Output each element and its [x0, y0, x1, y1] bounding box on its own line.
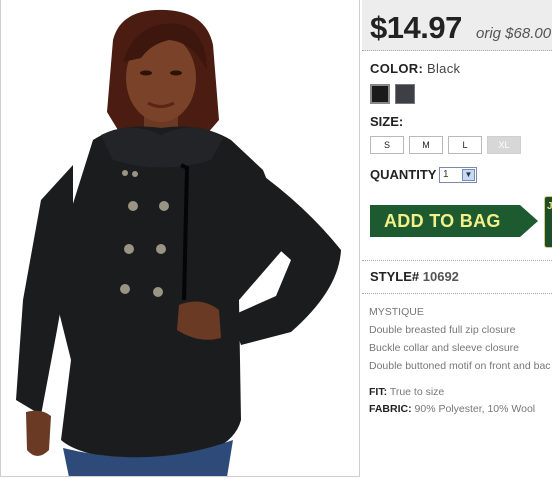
swatch-black[interactable] — [370, 84, 390, 104]
fabric-spec: FABRIC: 90% Polyester, 10% Wool — [369, 403, 535, 415]
quantity-value: 1 — [443, 169, 449, 180]
side-tab-label: J — [547, 201, 552, 212]
color-label: COLOR: Black — [370, 61, 460, 76]
style-label: STYLE# — [370, 269, 420, 284]
fit-value: True to size — [389, 386, 445, 398]
feature-item: Double buttoned motif on front and bac — [369, 360, 551, 372]
swatch-charcoal[interactable] — [395, 84, 415, 104]
fit-label: FIT: — [369, 386, 388, 398]
quantity-label: QUANTITY — [370, 167, 437, 182]
divider — [362, 260, 552, 261]
add-to-bag-label: ADD TO BAG — [384, 211, 501, 231]
color-label-text: COLOR: — [370, 61, 424, 76]
product-name: MYSTIQUE — [369, 306, 424, 318]
style-number: STYLE# 10692 — [370, 269, 459, 284]
divider — [362, 293, 552, 294]
size-button-s[interactable]: S — [370, 136, 404, 154]
price-current: $14.97 — [370, 10, 462, 45]
side-tab[interactable]: J — [544, 196, 552, 248]
fabric-value: 90% Polyester, 10% Wool — [414, 403, 536, 415]
chevron-down-icon: ▼ — [462, 169, 475, 181]
fit-spec: FIT: True to size — [369, 386, 444, 398]
feature-item: Double breasted full zip closure — [369, 324, 516, 336]
quantity-select[interactable]: 1 ▼ — [439, 167, 477, 183]
feature-item: Buckle collar and sleeve closure — [369, 342, 519, 354]
product-image[interactable] — [0, 0, 360, 477]
color-value: Black — [427, 61, 461, 76]
price-box: $14.97 orig $68.00 — [362, 0, 552, 51]
size-button-xl: XL — [487, 136, 521, 154]
size-button-m[interactable]: M — [409, 136, 443, 154]
add-to-bag-button[interactable]: ADD TO BAG — [370, 205, 538, 237]
model-photo — [16, 9, 341, 476]
size-label: SIZE: — [370, 114, 404, 129]
fabric-label: FABRIC: — [369, 403, 412, 415]
price-original: orig $68.00 — [476, 25, 552, 42]
size-button-l[interactable]: L — [448, 136, 482, 154]
style-value: 10692 — [422, 269, 459, 284]
